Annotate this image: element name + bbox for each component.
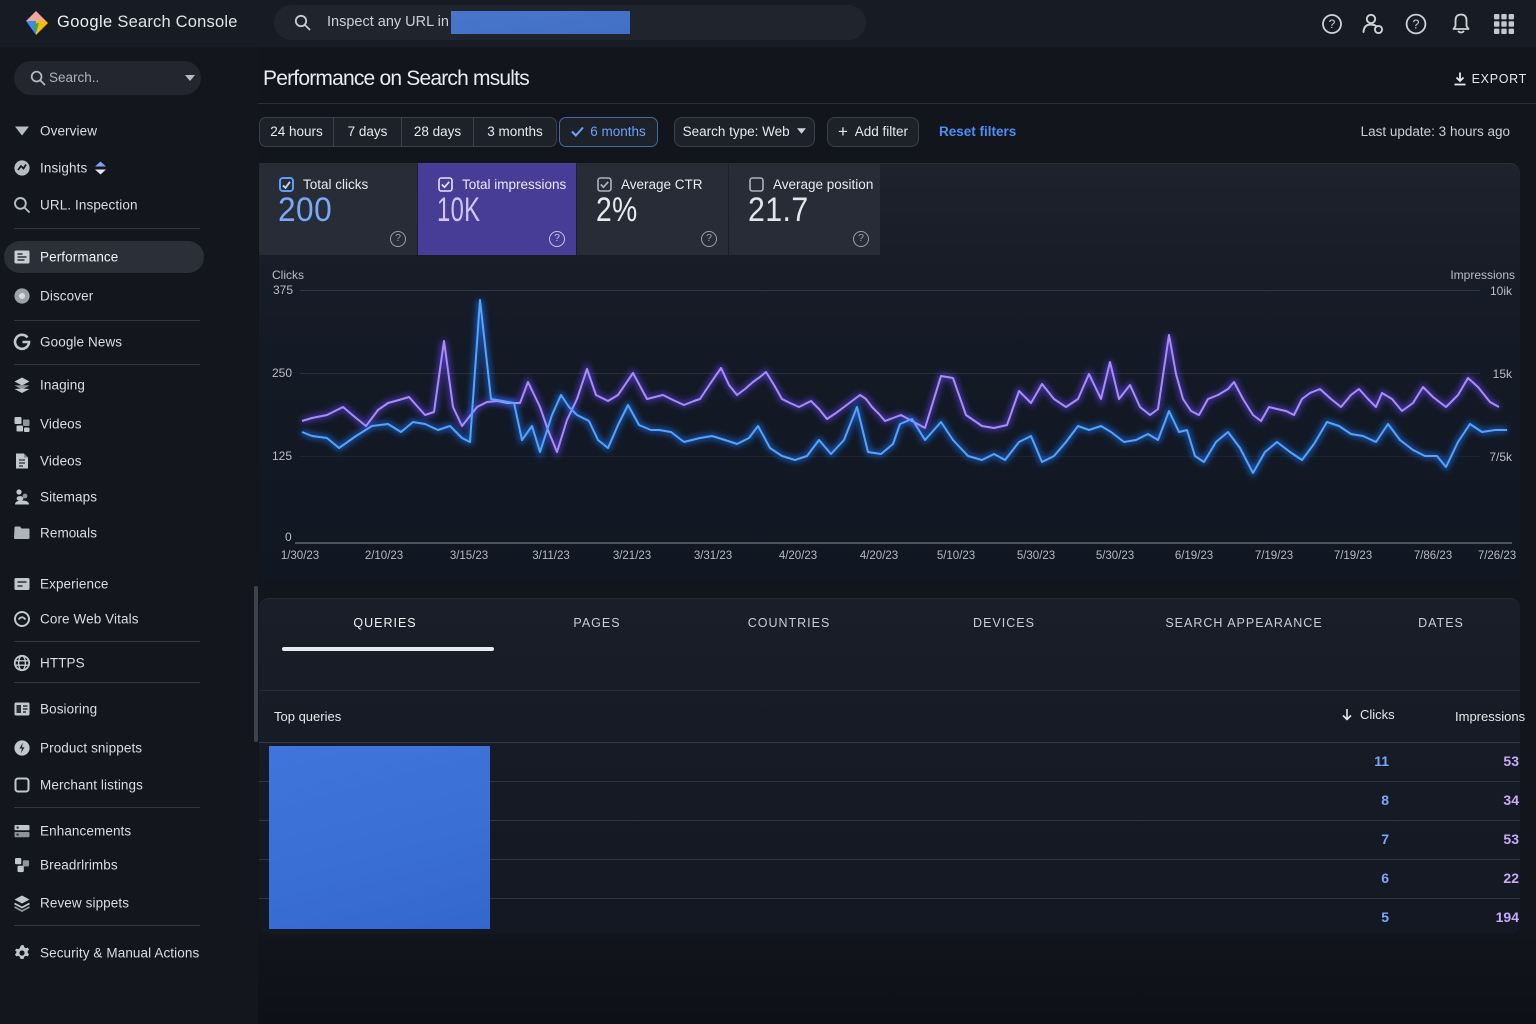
svg-text:?: ? [1329, 17, 1336, 31]
svg-text:?: ? [1413, 17, 1420, 31]
